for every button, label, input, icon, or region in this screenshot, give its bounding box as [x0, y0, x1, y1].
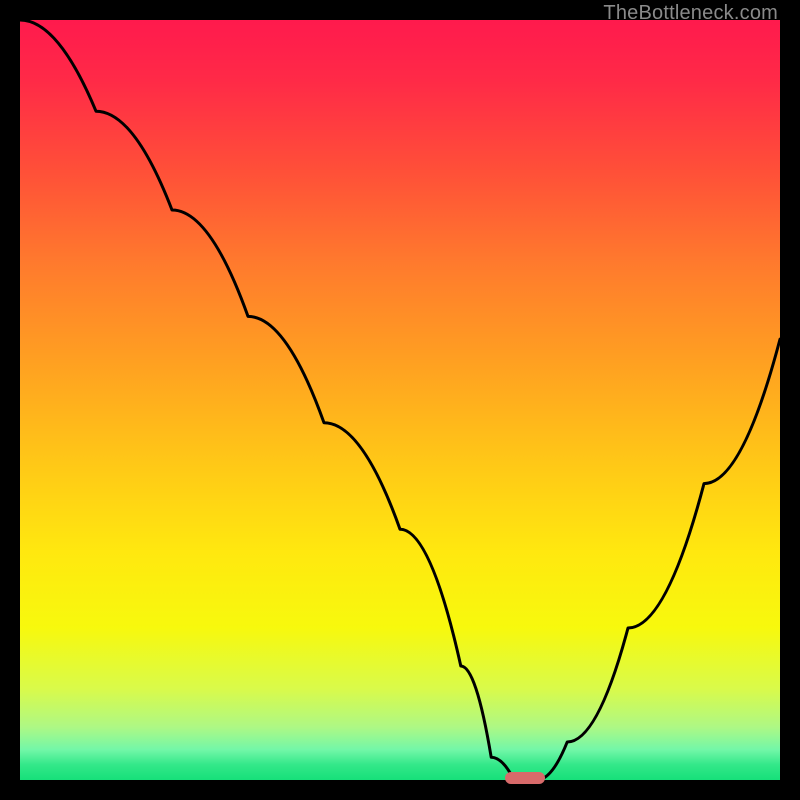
bottleneck-chart: TheBottleneck.com [0, 0, 800, 800]
optimal-point-marker [505, 772, 545, 784]
watermark-text: TheBottleneck.com [603, 2, 778, 25]
chart-gradient-background [20, 20, 780, 780]
